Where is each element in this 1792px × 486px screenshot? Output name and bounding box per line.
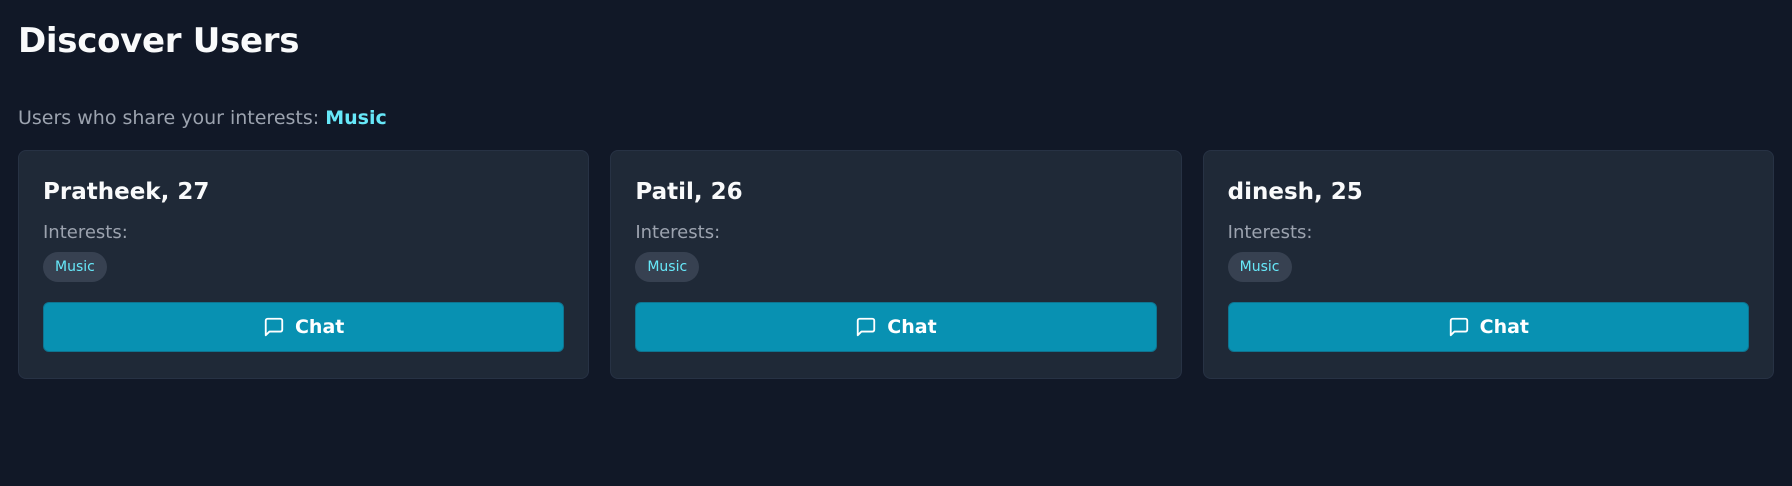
interest-tag: Music (1227, 252, 1292, 282)
chat-button[interactable]: Chat (635, 302, 1157, 352)
interests-label: Interests: (1227, 222, 1313, 243)
discover-users-page: Discover Users Users who share your inte… (0, 0, 1792, 486)
user-card: Pratheek, 27 Interests: Music Chat (18, 150, 590, 379)
chat-button-label: Chat (1479, 316, 1529, 338)
chat-button-label: Chat (294, 316, 345, 338)
user-name-age: dinesh, 25 (1227, 179, 1363, 205)
subtitle-prefix: Users who share your interests: (18, 107, 320, 129)
chat-bubble-icon (1448, 316, 1470, 338)
interest-tags: Music (1227, 252, 1749, 282)
interest-tag: Music (43, 252, 107, 282)
shared-interests-subtitle: Users who share your interests: Music (18, 106, 1774, 130)
user-card-grid: Pratheek, 27 Interests: Music Chat Patil… (18, 150, 1774, 379)
interest-tags: Music (43, 252, 564, 282)
interest-tags: Music (635, 252, 1156, 282)
chat-bubble-icon (263, 316, 285, 338)
interests-label: Interests: (635, 222, 721, 243)
user-card: Patil, 26 Interests: Music Chat (610, 150, 1182, 379)
user-card: dinesh, 25 Interests: Music Chat (1202, 150, 1774, 379)
user-name-age: Patil, 26 (635, 179, 743, 205)
subtitle-interest: Music (325, 107, 387, 129)
chat-bubble-icon (855, 316, 877, 338)
chat-button[interactable]: Chat (43, 302, 565, 352)
page-title: Discover Users (18, 21, 300, 61)
interests-label: Interests: (43, 222, 128, 243)
chat-button[interactable]: Chat (1227, 302, 1749, 352)
user-name-age: Pratheek, 27 (43, 179, 210, 205)
interest-tag: Music (635, 252, 700, 282)
chat-button-label: Chat (887, 316, 937, 338)
